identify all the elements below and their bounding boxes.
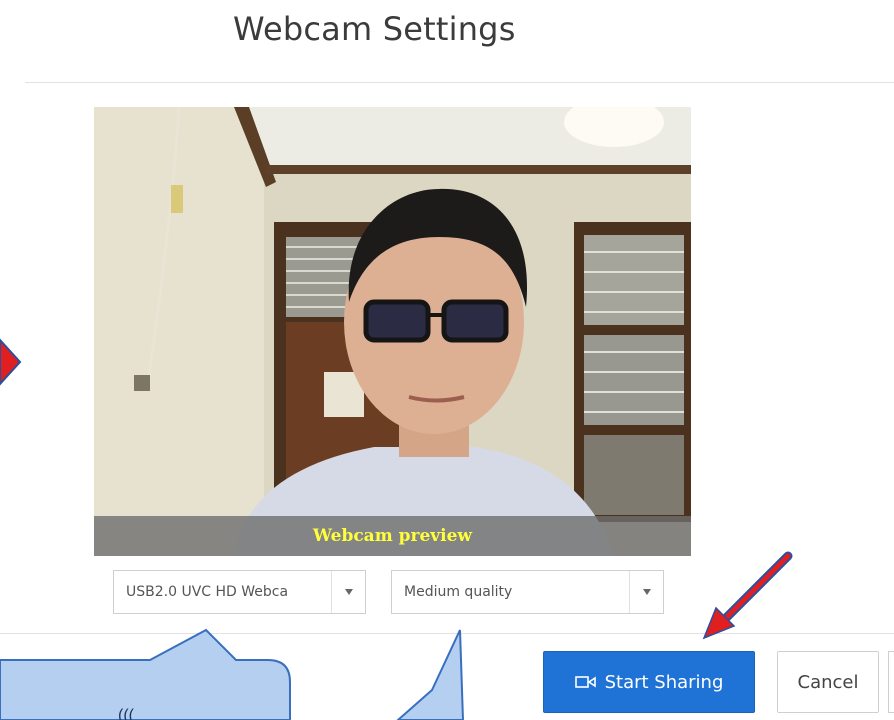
- left-red-arrow-icon: [0, 338, 22, 386]
- red-arrow-icon: [702, 551, 793, 640]
- quality-callout-bubble: [396, 629, 465, 720]
- annotation-overlay: (((: [0, 338, 793, 720]
- svg-text:(((: (((: [118, 707, 135, 720]
- device-callout-bubble: [0, 628, 291, 720]
